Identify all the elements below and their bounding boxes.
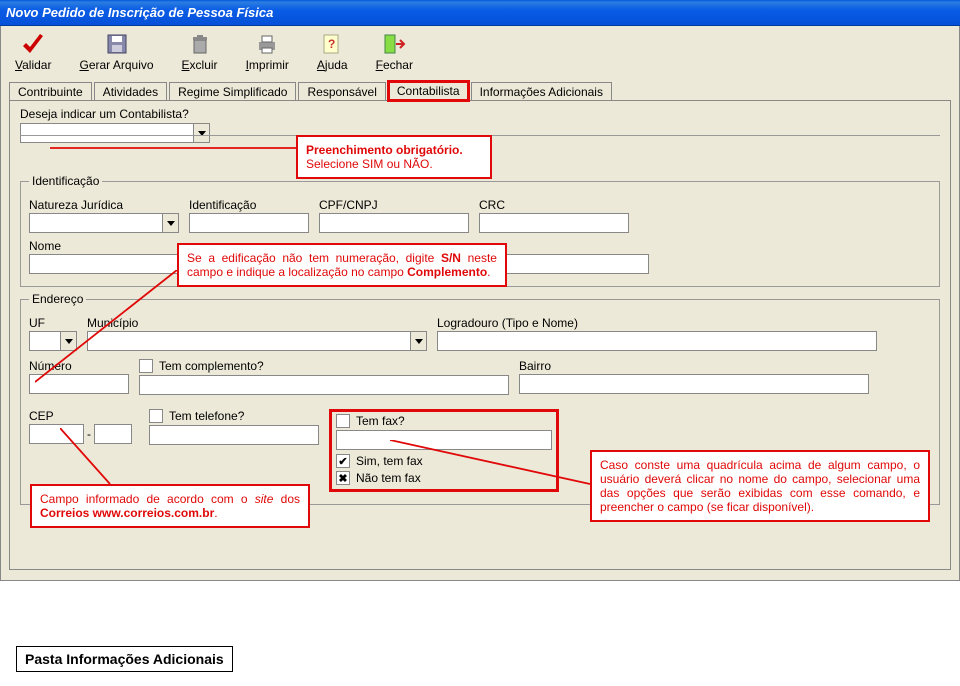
callout-preenchimento: Preenchimento obrigatório. Selecione SIM…: [296, 135, 492, 179]
tab-info-adicionais[interactable]: Informações Adicionais: [471, 82, 612, 101]
tem-fax-label[interactable]: Tem fax?: [356, 414, 405, 428]
fechar-label: Fechar: [376, 58, 413, 72]
telefone-input[interactable]: [149, 425, 319, 445]
identificacao-legend: Identificação: [29, 174, 102, 188]
nat-juridica-dropdown[interactable]: [29, 213, 179, 233]
exit-icon: [382, 32, 406, 56]
cep2-input[interactable]: [94, 424, 132, 444]
complemento-input[interactable]: [139, 375, 509, 395]
ajuda-label: Ajuda: [317, 58, 348, 72]
imprimir-label: Imprimir: [246, 58, 289, 72]
chevron-down-icon: [163, 213, 179, 233]
toolbar: Validar Gerar Arquivo Excluir Imprimir ?…: [1, 26, 959, 76]
pasta-info-adicionais-label: Pasta Informações Adicionais: [16, 646, 233, 672]
tem-complemento-checkbox[interactable]: [139, 359, 153, 373]
fechar-button[interactable]: Fechar: [376, 32, 413, 72]
nat-juridica-label: Natureza Jurídica: [29, 198, 179, 212]
tab-contabilista[interactable]: Contabilista: [388, 81, 469, 101]
numero-label: Número: [29, 359, 129, 373]
bairro-label: Bairro: [519, 359, 869, 373]
identificacao-label: Identificação: [189, 198, 309, 212]
uf-label: UF: [29, 316, 77, 330]
crc-label: CRC: [479, 198, 629, 212]
tab-contribuinte[interactable]: Contribuinte: [9, 82, 92, 101]
chevron-down-icon: [61, 331, 77, 351]
cpfcnpj-input[interactable]: [319, 213, 469, 233]
bairro-input[interactable]: [519, 374, 869, 394]
tab-bar: Contribuinte Atividades Regime Simplific…: [1, 78, 959, 100]
gerar-arquivo-button[interactable]: Gerar Arquivo: [79, 32, 153, 72]
chevron-down-icon: [194, 123, 210, 143]
deseja-indicar-label: Deseja indicar um Contabilista?: [20, 107, 940, 121]
trash-icon: [188, 32, 212, 56]
excluir-label: Excluir: [182, 58, 218, 72]
chevron-down-icon: [411, 331, 427, 351]
sim-fax-checkbox[interactable]: ✔: [336, 454, 350, 468]
tem-fax-checkbox[interactable]: [336, 414, 350, 428]
uf-dropdown[interactable]: [29, 331, 77, 351]
validar-button[interactable]: Validar: [15, 32, 51, 72]
tab-atividades[interactable]: Atividades: [94, 82, 167, 101]
callout-numeracao: Se a edificação não tem numeração, digit…: [177, 243, 507, 287]
sim-fax-label[interactable]: Sim, tem fax: [356, 454, 423, 468]
municipio-label: Município: [87, 316, 427, 330]
logradouro-label: Logradouro (Tipo e Nome): [437, 316, 877, 330]
municipio-dropdown[interactable]: [87, 331, 427, 351]
check-icon: [21, 32, 45, 56]
deseja-indicar-dropdown[interactable]: [20, 123, 210, 143]
tem-telefone-checkbox[interactable]: [149, 409, 163, 423]
tab-responsavel[interactable]: Responsável: [298, 82, 385, 101]
cpfcnpj-label: CPF/CNPJ: [319, 198, 469, 212]
cep-dash: -: [87, 427, 91, 441]
validar-label: Validar: [15, 58, 51, 72]
excluir-button[interactable]: Excluir: [182, 32, 218, 72]
numero-input[interactable]: [29, 374, 129, 394]
title-bar: Novo Pedido de Inscrição de Pessoa Físic…: [0, 0, 960, 26]
gerar-label: Gerar Arquivo: [79, 58, 153, 72]
cep1-input[interactable]: [29, 424, 84, 444]
callout-correios: Campo informado de acordo com o site dos…: [30, 484, 310, 528]
disk-icon: [105, 32, 129, 56]
nao-fax-checkbox[interactable]: ✖: [336, 471, 350, 485]
endereco-legend: Endereço: [29, 292, 86, 306]
tab-regime[interactable]: Regime Simplificado: [169, 82, 296, 101]
tem-complemento-label[interactable]: Tem complemento?: [159, 359, 264, 373]
ajuda-button[interactable]: ? Ajuda: [317, 32, 348, 72]
nao-fax-label[interactable]: Não tem fax: [356, 471, 421, 485]
crc-input[interactable]: [479, 213, 629, 233]
logradouro-input[interactable]: [437, 331, 877, 351]
imprimir-button[interactable]: Imprimir: [246, 32, 289, 72]
identificacao-input[interactable]: [189, 213, 309, 233]
svg-text:?: ?: [328, 37, 335, 51]
fax-input[interactable]: [336, 430, 552, 450]
tem-telefone-label[interactable]: Tem telefone?: [169, 409, 244, 423]
printer-icon: [255, 32, 279, 56]
window-title: Novo Pedido de Inscrição de Pessoa Físic…: [6, 5, 273, 20]
help-icon: ?: [320, 32, 344, 56]
callout-quadricula: Caso conste uma quadrícula acima de algu…: [590, 450, 930, 522]
cep-label: CEP: [29, 409, 139, 423]
